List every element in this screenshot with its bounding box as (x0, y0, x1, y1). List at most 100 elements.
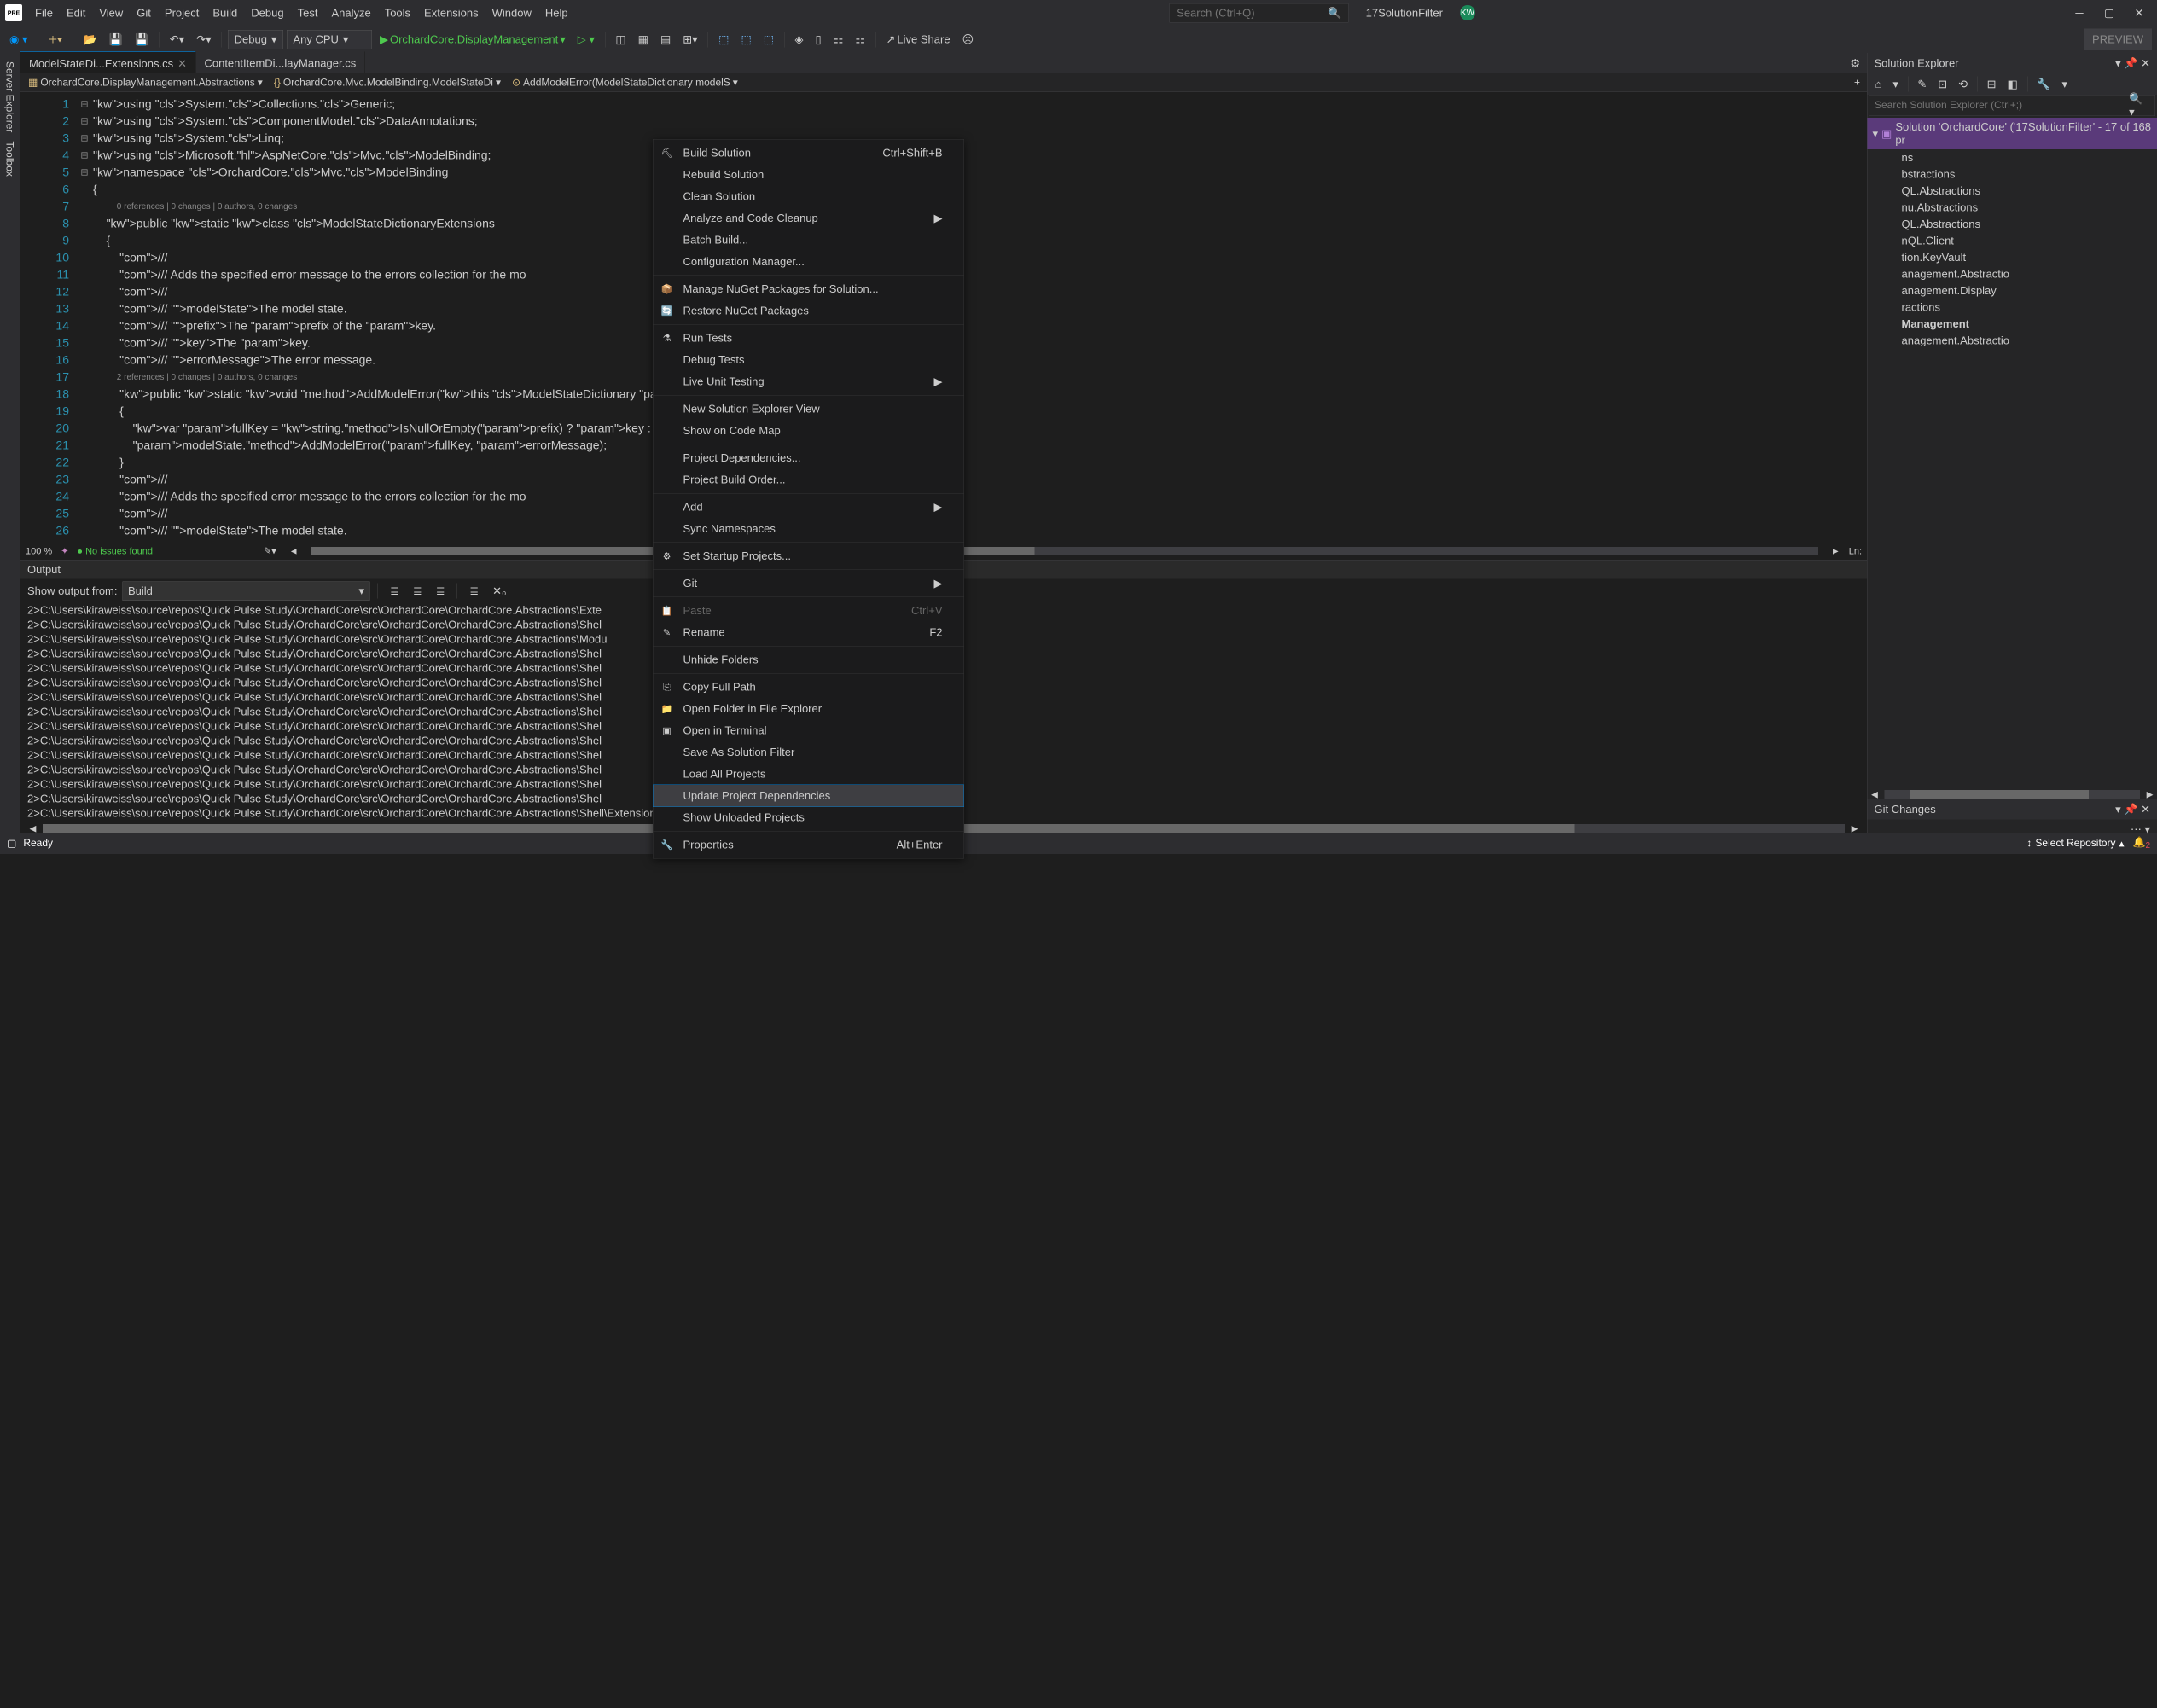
breadcrumb-item-1[interactable]: {}OrchardCore.Mvc.ModelBinding.ModelStat… (270, 75, 505, 91)
ctx-show-unloaded-projects[interactable]: Show Unloaded Projects (654, 807, 964, 829)
tb-icon-5[interactable]: ⬚ (714, 31, 733, 49)
ctx-load-all-projects[interactable]: Load All Projects (654, 764, 964, 786)
output-icon-2[interactable]: ≣ (409, 582, 427, 601)
ctx-properties[interactable]: 🔧PropertiesAlt+Enter (654, 834, 964, 857)
breadcrumb-item-0[interactable]: ▦OrchardCore.DisplayManagement.Abstracti… (24, 75, 267, 91)
select-repo[interactable]: Select Repository (2035, 838, 2115, 850)
output-icon-1[interactable]: ≣ (386, 582, 404, 601)
ctx-clean-solution[interactable]: Clean Solution (654, 186, 964, 208)
tb-icon-11[interactable]: ⚏ (851, 31, 869, 49)
status-output-icon[interactable]: ▢ (7, 837, 16, 850)
tb-icon-2[interactable]: ▦ (634, 31, 653, 49)
editor-hscroll[interactable] (311, 547, 1818, 555)
se-icon-8[interactable]: ▾ (2057, 75, 2072, 94)
maximize-button[interactable]: ▢ (2101, 4, 2118, 21)
rail-toolbox[interactable]: Toolbox (5, 141, 15, 176)
ctx-project-build-order-[interactable]: Project Build Order... (654, 469, 964, 491)
tb-icon-1[interactable]: ◫ (611, 31, 630, 49)
search-box[interactable]: 🔍 (1170, 3, 1349, 23)
menu-tools[interactable]: Tools (379, 3, 416, 23)
solution-root[interactable]: ▾ ▣ Solution 'OrchardCore' ('17SolutionF… (1868, 118, 2157, 149)
tree-item-6[interactable]: tion.KeyVault (1868, 249, 2157, 266)
output-icon-3[interactable]: ≣ (432, 582, 450, 601)
live-share-button[interactable]: ↗ Live Share (882, 31, 955, 49)
tb-icon-7[interactable]: ⬚ (759, 31, 778, 49)
lightbulb-icon[interactable]: ✦ (61, 546, 68, 557)
feedback-icon[interactable]: ☹ (958, 31, 979, 49)
tree-item-11[interactable]: anagement.Abstractio (1868, 333, 2157, 350)
config-dropdown[interactable]: Debug▾ (228, 30, 283, 49)
panel-dropdown-icon[interactable]: ▾ (2115, 56, 2121, 69)
ctx-update-project-dependencies[interactable]: Update Project Dependencies (654, 785, 964, 807)
tab-0[interactable]: ModelStateDi...Extensions.cs✕ (20, 51, 195, 76)
save-all-icon[interactable]: 💾 (131, 31, 153, 49)
open-icon[interactable]: 📂 (79, 31, 102, 49)
search-input[interactable] (1177, 6, 1328, 20)
rail-server-explorer[interactable]: Server Explorer (5, 61, 15, 132)
tree-item-1[interactable]: bstractions (1868, 166, 2157, 183)
tab-settings-icon[interactable]: ⚙ (1843, 56, 1867, 70)
git-pin-icon[interactable]: 📌 (2124, 803, 2137, 816)
output-icon-4[interactable]: ≣ (465, 582, 483, 601)
ctx-open-in-terminal[interactable]: ▣Open in Terminal (654, 720, 964, 742)
close-button[interactable]: ✕ (2131, 4, 2148, 21)
tab-1[interactable]: ContentItemDi...layManager.cs (195, 51, 364, 75)
tree-item-9[interactable]: ractions (1868, 299, 2157, 317)
menu-git[interactable]: Git (131, 3, 157, 23)
output-icon-5[interactable]: ✕₀ (488, 582, 510, 601)
redo-icon[interactable]: ↷▾ (192, 31, 215, 49)
pen-icon[interactable]: ✎▾ (264, 546, 276, 557)
tb-icon-8[interactable]: ◈ (791, 31, 808, 49)
source-control-icon[interactable]: ↕ (2026, 838, 2032, 850)
se-icon-5[interactable]: ⟲ (1954, 75, 1972, 94)
ctx-show-on-code-map[interactable]: Show on Code Map (654, 420, 964, 442)
panel-pin-icon[interactable]: 📌 (2124, 56, 2137, 69)
bell-icon[interactable]: 🔔2 (2132, 836, 2150, 851)
menu-project[interactable]: Project (159, 3, 205, 23)
se-icon-4[interactable]: ⊡ (1933, 75, 1951, 94)
ctx-debug-tests[interactable]: Debug Tests (654, 349, 964, 371)
preview-button[interactable]: PREVIEW (2084, 29, 2152, 51)
se-icon-6[interactable]: ⊟ (1983, 75, 2001, 94)
output-source-dropdown[interactable]: Build▾ (123, 581, 370, 601)
ctx-build-solution[interactable]: ⛏Build SolutionCtrl+Shift+B (654, 142, 964, 165)
ctx-batch-build-[interactable]: Batch Build... (654, 229, 964, 252)
ctx-add[interactable]: Add▶ (654, 497, 964, 519)
tb-icon-3[interactable]: ▤ (656, 31, 675, 49)
undo-icon[interactable]: ↶▾ (166, 31, 189, 49)
tree-item-0[interactable]: ns (1868, 149, 2157, 166)
menu-extensions[interactable]: Extensions (418, 3, 485, 23)
ctx-configuration-manager-[interactable]: Configuration Manager... (654, 251, 964, 273)
se-icon-7[interactable]: ◧ (2003, 75, 2021, 94)
breadcrumb-item-2[interactable]: ⊙AddModelError(ModelStateDictionary mode… (508, 75, 742, 91)
back-button[interactable]: ◉ ▾ (5, 31, 32, 49)
menu-view[interactable]: View (93, 3, 129, 23)
se-wrench-icon[interactable]: 🔧 (2032, 75, 2055, 94)
tree-item-3[interactable]: nu.Abstractions (1868, 200, 2157, 217)
ctx-manage-nuget-packages-for-solution-[interactable]: 📦Manage NuGet Packages for Solution... (654, 278, 964, 300)
ctx-copy-full-path[interactable]: ⎘Copy Full Path (654, 677, 964, 699)
tree-item-5[interactable]: nQL.Client (1868, 233, 2157, 250)
ctx-rebuild-solution[interactable]: Rebuild Solution (654, 164, 964, 186)
menu-file[interactable]: File (29, 3, 59, 23)
zoom-level[interactable]: 100 % (26, 546, 52, 557)
ctx-new-solution-explorer-view[interactable]: New Solution Explorer View (654, 398, 964, 421)
breadcrumb-add-icon[interactable]: + (1851, 77, 1863, 89)
tree-item-2[interactable]: QL.Abstractions (1868, 183, 2157, 200)
tree-item-8[interactable]: anagement.Display (1868, 282, 2157, 299)
save-icon[interactable]: 💾 (105, 31, 127, 49)
panel-close-icon[interactable]: ✕ (2141, 56, 2150, 69)
ctx-live-unit-testing[interactable]: Live Unit Testing▶ (654, 371, 964, 393)
run-no-debug-button[interactable]: ▷ ▾ (573, 31, 599, 49)
ctx-sync-namespaces[interactable]: Sync Namespaces (654, 518, 964, 540)
ctx-open-folder-in-file-explorer[interactable]: 📁Open Folder in File Explorer (654, 698, 964, 720)
solution-tree[interactable]: ▾ ▣ Solution 'OrchardCore' ('17SolutionF… (1868, 116, 2157, 790)
menu-build[interactable]: Build (206, 3, 243, 23)
git-menu-icon[interactable]: ⋯ ▾ (2131, 823, 2150, 836)
user-avatar[interactable]: KW (1460, 5, 1475, 20)
new-project-icon[interactable]: 🞣▾ (44, 30, 67, 49)
ctx-restore-nuget-packages[interactable]: 🔄Restore NuGet Packages (654, 300, 964, 322)
ctx-rename[interactable]: ✎RenameF2 (654, 622, 964, 644)
menu-edit[interactable]: Edit (61, 3, 91, 23)
ctx-unhide-folders[interactable]: Unhide Folders (654, 649, 964, 671)
